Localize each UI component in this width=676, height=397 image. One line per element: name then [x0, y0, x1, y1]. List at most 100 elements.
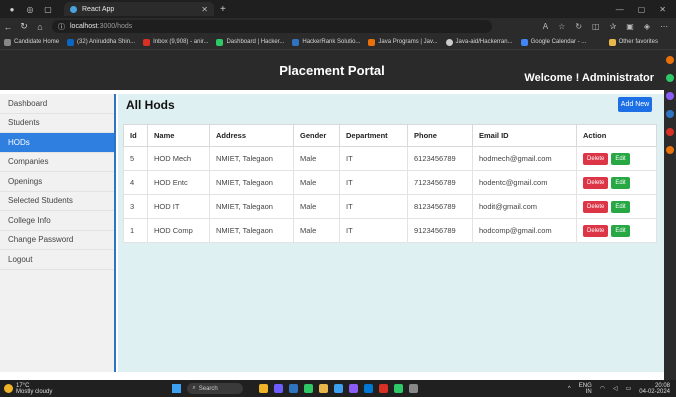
url-path: :3000/hods [97, 23, 133, 30]
column-header: Gender [293, 124, 340, 147]
other-favorites[interactable]: Other favorites [608, 38, 658, 46]
volume-icon[interactable]: ◁ [613, 385, 618, 392]
bookmark-item[interactable]: (32) Aniruddha Shin... [67, 38, 135, 46]
delete-button[interactable]: Delete [583, 224, 609, 237]
edit-button[interactable]: Edit [611, 224, 630, 237]
taskbar-app-icon[interactable] [349, 384, 359, 393]
sidebar-app-icon[interactable] [666, 146, 674, 154]
new-tab-icon[interactable]: + [220, 4, 226, 15]
battery-icon[interactable]: ▭ [626, 385, 632, 392]
cell-phone: 7123456789 [407, 170, 473, 195]
cell-department: IT [339, 218, 408, 243]
taskbar-app-icon[interactable] [319, 384, 329, 393]
bookmark-item[interactable]: Java-aid/Hackerran... [445, 38, 513, 46]
sidebar-item-college-info[interactable]: College Info [0, 211, 114, 231]
table-header-row: Id Name Address Gender Department Phone … [123, 124, 657, 147]
cell-name: HOD IT [147, 194, 210, 219]
bookmark-item[interactable]: Inbox (9,908) - anir... [143, 38, 209, 46]
taskbar-app-icon[interactable] [334, 384, 344, 393]
search-icon: ⌕ [192, 385, 196, 391]
close-window-icon[interactable]: ✕ [659, 5, 666, 14]
bookmark-item[interactable]: Candidate Home [4, 38, 59, 46]
cell-address: NMIET, Talegaon [209, 170, 294, 195]
bookmark-item[interactable]: Google Calendar - ... [520, 38, 587, 46]
add-new-button[interactable]: Add New [618, 97, 652, 112]
edit-button[interactable]: Edit [611, 152, 630, 165]
taskbar-app-icon[interactable] [289, 384, 299, 393]
weather-widget[interactable]: 17°C Mostly cloudy [4, 383, 52, 395]
clock[interactable]: 20:08 04-02-2024 [639, 383, 670, 395]
split-screen-icon[interactable]: ◫ [592, 22, 600, 31]
taskbar-app-icon[interactable] [274, 384, 284, 393]
taskbar-search[interactable]: ⌕ Search [187, 383, 244, 394]
sidebar-app-icon[interactable] [666, 110, 674, 118]
cell-email: hodentc@gmail.com [472, 170, 577, 195]
chevron-up-icon[interactable]: ^ [568, 386, 571, 392]
column-header: Name [147, 124, 210, 147]
collections-icon[interactable]: ▣ [626, 22, 634, 31]
taskbar-app-icon[interactable] [304, 384, 314, 393]
windows-start-icon[interactable] [172, 384, 182, 393]
delete-button[interactable]: Delete [583, 176, 609, 189]
sidebar-item-change-password[interactable]: Change Password [0, 231, 114, 250]
sidebar-app-icon[interactable] [666, 74, 674, 82]
sidebar-item-dashboard[interactable]: Dashboard [0, 94, 114, 114]
weather-status: Mostly cloudy [16, 388, 53, 395]
delete-button[interactable]: Delete [583, 200, 609, 213]
sidebar-app-icon[interactable] [666, 56, 674, 64]
profile-icon[interactable]: ● [6, 3, 18, 15]
url-field[interactable]: ⓘ localhost:3000/hods [52, 20, 492, 33]
bookmarks-bar: Candidate Home (32) Aniruddha Shin... In… [0, 35, 676, 50]
page-icon [4, 38, 11, 46]
refresh-icon[interactable]: ↻ [16, 21, 32, 32]
language-indicator[interactable]: ENG IN [579, 383, 592, 395]
sidebar-item-companies[interactable]: Companies [0, 153, 114, 172]
minimize-icon[interactable]: — [616, 5, 624, 14]
sidebar-item-openings[interactable]: Openings [0, 172, 114, 192]
workspaces-icon[interactable]: ◎ [24, 3, 36, 15]
edit-button[interactable]: Edit [611, 176, 630, 189]
info-icon: ⓘ [58, 23, 65, 31]
taskbar-app-icon[interactable] [364, 384, 374, 393]
edit-button[interactable]: Edit [611, 200, 630, 213]
bookmark-label: Java Programs | Jav... [378, 39, 438, 45]
sidebar-item-hods[interactable]: HODs [0, 133, 114, 153]
refresh-page-icon[interactable]: ↻ [575, 22, 582, 31]
bookmark-label: Other favorites [618, 39, 658, 45]
sidebar-item-logout[interactable]: Logout [0, 250, 114, 270]
app-header: Placement Portal Welcome ! Administrator [0, 50, 664, 90]
cell-gender: Male [293, 170, 340, 195]
bookmark-item[interactable]: Dashboard | Hacker... [216, 38, 284, 46]
wifi-icon[interactable]: ◠ [600, 385, 605, 392]
cell-id: 5 [123, 146, 148, 171]
sidebar-app-icon[interactable] [666, 92, 674, 100]
copilot-icon[interactable]: ◈ [644, 22, 650, 31]
taskbar-app-icon[interactable] [409, 384, 419, 393]
favorite-icon[interactable]: ☆ [558, 22, 565, 31]
home-icon[interactable]: ⌂ [32, 22, 48, 32]
bookmark-label: Inbox (9,908) - anir... [153, 39, 209, 45]
browser-tab[interactable]: React App ✕ [64, 2, 214, 16]
cell-action: Delete Edit [576, 170, 657, 195]
tab-actions-icon[interactable]: ▢ [42, 3, 54, 15]
bookmark-label: Google Calendar - ... [530, 39, 587, 45]
favorites-icon[interactable]: ✰ [610, 22, 617, 31]
read-aloud-icon[interactable]: A [543, 22, 548, 31]
taskbar-app-icon[interactable] [379, 384, 389, 393]
delete-button[interactable]: Delete [583, 152, 609, 165]
sidebar-app-icon[interactable] [666, 128, 674, 136]
close-tab-icon[interactable]: ✕ [201, 5, 208, 14]
browser-toolbar: A ☆ ↻ ◫ ✰ ▣ ◈ ⋯ [543, 22, 676, 31]
bookmark-item[interactable]: HackerRank Solutio... [292, 38, 360, 46]
welcome-text: Welcome ! Administrator [524, 72, 654, 84]
taskbar-app-icon[interactable] [259, 384, 269, 393]
sidebar-item-students[interactable]: Students [0, 114, 114, 133]
taskbar-app-icon[interactable] [394, 384, 404, 393]
sidebar-item-selected-students[interactable]: Selected Students [0, 192, 114, 211]
back-icon[interactable]: ← [0, 22, 16, 32]
bookmark-item[interactable]: Java Programs | Jav... [368, 38, 438, 46]
maximize-icon[interactable]: ▢ [638, 5, 646, 14]
cell-id: 1 [123, 218, 148, 243]
table-row: 5 HOD Mech NMIET, Talegaon Male IT 61234… [123, 146, 657, 171]
more-icon[interactable]: ⋯ [660, 22, 668, 31]
